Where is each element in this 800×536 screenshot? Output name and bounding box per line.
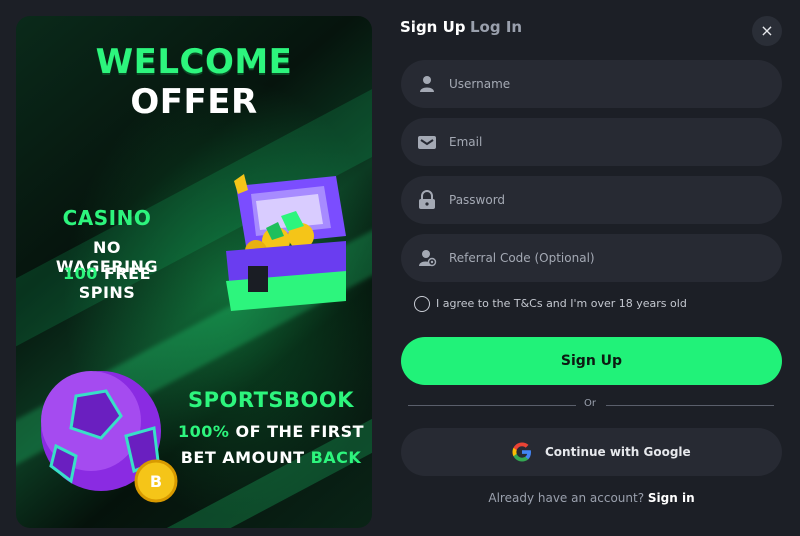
username-field[interactable] (401, 60, 782, 108)
sportsbook-back: BACK (310, 448, 362, 467)
email-input[interactable] (449, 118, 769, 166)
sportsbook-line2-start: BET AMOUNT (180, 448, 311, 467)
sportsbook-title: SPORTSBOOK (187, 388, 355, 412)
email-field[interactable] (401, 118, 782, 166)
terms-label: I agree to the T&Cs and I'm over 18 year… (436, 297, 687, 310)
google-button-label: Continue with Google (545, 445, 691, 459)
svg-text:B: B (150, 472, 162, 491)
soccer-ball-icon: B (41, 371, 178, 503)
password-field[interactable] (401, 176, 782, 224)
continue-with-google-button[interactable]: Continue with Google (401, 428, 782, 476)
user-icon (420, 76, 434, 92)
password-input[interactable] (449, 176, 769, 224)
sportsbook-line1: 100% OF THE FIRST (176, 422, 366, 441)
divider-right (606, 405, 774, 406)
welcome-offer-banner: WELCOME OFFER CASINO NO WAGERING 100 FRE… (16, 16, 372, 528)
sportsbook-percent: 100% (177, 422, 230, 441)
or-divider-label: Or (584, 398, 596, 409)
offer-heading: OFFER (130, 82, 258, 122)
tab-log-in[interactable]: Log In (470, 18, 522, 36)
terms-radio[interactable] (414, 296, 430, 312)
sportsbook-line2: BET AMOUNT BACK (176, 448, 366, 467)
lock-icon (419, 190, 435, 209)
close-button[interactable]: × (752, 16, 782, 46)
login-prompt-text: Already have an account? (488, 491, 648, 505)
sign-up-button[interactable]: Sign Up (401, 337, 782, 385)
casino-title: CASINO (62, 206, 152, 230)
login-prompt: Already have an account? Sign in (401, 491, 782, 505)
divider-left (408, 405, 576, 406)
sportsbook-line1-rest: OF THE FIRST (229, 422, 365, 441)
close-icon: × (760, 21, 774, 40)
google-icon (512, 442, 531, 462)
sign-in-link[interactable]: Sign in (648, 491, 695, 505)
username-input[interactable] (449, 60, 769, 108)
email-icon (418, 136, 436, 149)
casino-free-spins: 100 FREE SPINS (44, 264, 170, 302)
free-spins-number: 100 (62, 264, 98, 283)
referral-code-input[interactable] (449, 234, 769, 282)
referral-user-icon (419, 250, 437, 267)
signup-modal: WELCOME OFFER CASINO NO WAGERING 100 FRE… (0, 0, 800, 536)
treasure-chest-icon (226, 174, 346, 311)
welcome-heading: WELCOME (95, 42, 293, 82)
tab-sign-up[interactable]: Sign Up (400, 18, 466, 36)
referral-code-field[interactable] (401, 234, 782, 282)
